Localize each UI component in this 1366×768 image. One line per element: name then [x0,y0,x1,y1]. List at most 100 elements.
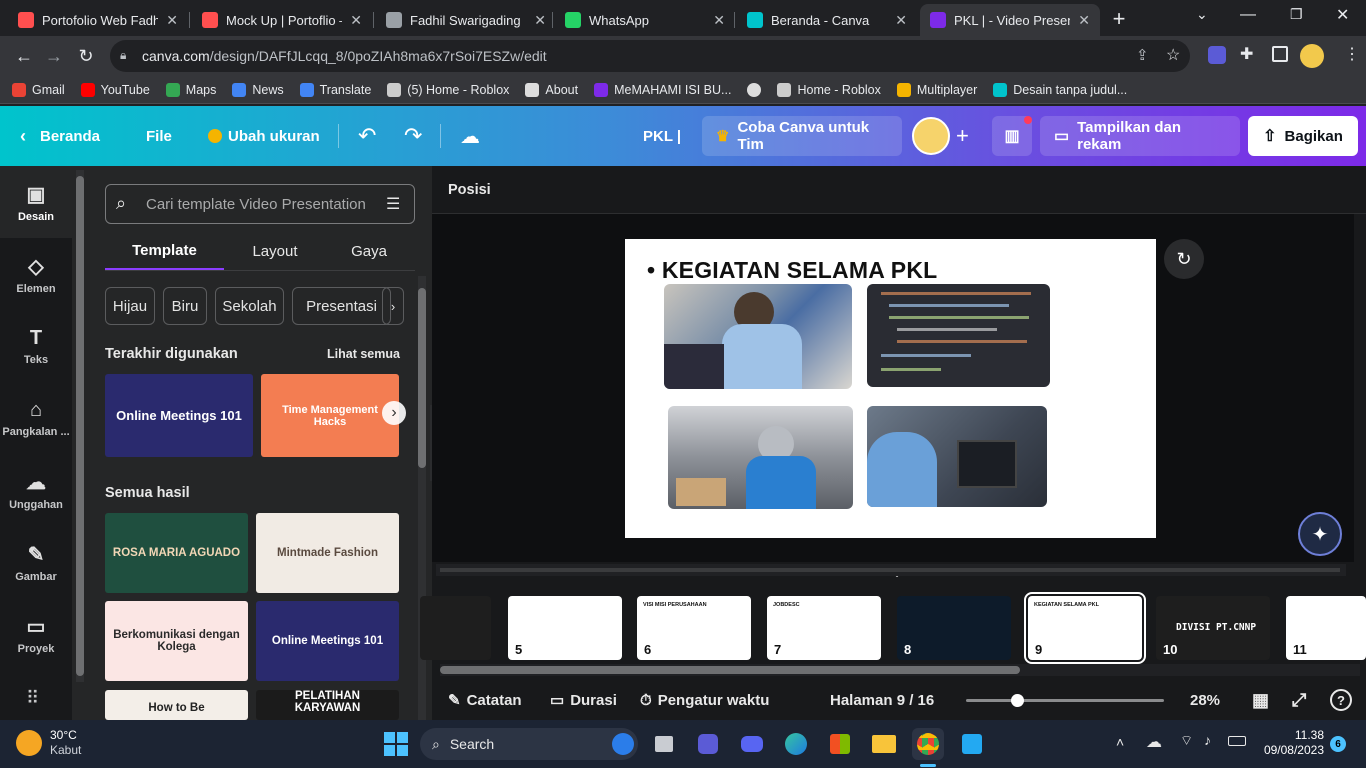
task-view-icon[interactable] [648,728,680,760]
strip-hscroll-top[interactable] [436,564,1346,576]
template-result-thumb[interactable]: ROSA MARIA AGUADO [105,513,248,593]
profile-avatar[interactable] [1300,44,1324,68]
rail-item-desain[interactable]: ▣ Desain [0,166,72,238]
browser-tab[interactable]: WhatsApp ✕ [555,4,735,36]
tab-layout[interactable]: Layout [235,232,315,270]
reload-icon[interactable]: ↻ [74,44,98,68]
apps-grid-icon[interactable]: ⠿ [26,688,39,709]
filter-chip[interactable]: Hijau [105,287,155,325]
resize-button[interactable]: Ubah ukuran [208,106,320,166]
tab-close-icon[interactable]: ✕ [534,12,546,29]
weather-widget[interactable]: 30°C Kabut [16,728,81,758]
wifi-icon[interactable]: ⌔ [1180,732,1193,750]
magic-sparkle-button[interactable]: ✦ [1298,512,1342,556]
position-button[interactable]: Posisi [448,182,491,198]
zoom-slider-thumb[interactable] [1011,694,1024,707]
browser-tab[interactable]: Beranda - Canva ✕ [737,4,917,36]
refresh-slide-button[interactable]: ↻ [1164,239,1204,279]
grid-view-icon[interactable]: ▦ [1252,680,1269,720]
rail-item-teks[interactable]: T Teks [0,310,72,382]
slide-heading[interactable]: • KEGIATAN SELAMA PKL [647,257,937,284]
redo-icon[interactable]: ↷ [404,106,422,166]
template-result-thumb[interactable]: PELATIHAN KARYAWAN [256,690,399,720]
canvas-scrollbar[interactable] [1354,214,1366,562]
volume-icon[interactable]: ♪ [1204,732,1211,748]
browser-tab[interactable]: Fadhil Swarigading ✕ [376,4,556,36]
filter-chip[interactable]: Sekolah [215,287,284,325]
browser-tab[interactable]: PKL | - Video Presenta ✕ [920,4,1100,36]
vscode-icon[interactable] [956,728,988,760]
slide-canvas[interactable]: • KEGIATAN SELAMA PKL [625,239,1156,538]
share-page-icon[interactable]: ⇪ [1136,46,1149,64]
tab-close-icon[interactable]: ✕ [1078,12,1090,29]
filter-chip[interactable]: Presentasi [292,287,391,325]
fullscreen-icon[interactable]: ⤢ [1292,680,1306,720]
bookmark-item[interactable]: Home - Roblox [777,82,881,97]
bookmark-item[interactable]: (5) Home - Roblox [387,82,509,97]
filter-sliders-icon[interactable]: ☰ [386,194,400,214]
bookmark-star-icon[interactable]: ☆ [1166,45,1180,65]
scrollbar-thumb[interactable] [418,288,426,468]
page-thumbnail[interactable]: 5 [508,596,622,660]
design-title[interactable]: PKL | [643,106,681,166]
back-arrow-icon[interactable]: ← [12,44,36,68]
cloud-saved-icon[interactable]: ☁ [460,106,480,166]
browser-menu-icon[interactable]: ⋮ [1344,44,1360,64]
present-and-record-button[interactable]: ▭ Tampilkan dan rekam [1040,116,1240,156]
onedrive-icon[interactable]: ☁ [1146,732,1162,752]
file-menu-button[interactable]: File [146,106,172,166]
help-icon[interactable]: ? [1330,680,1352,720]
tab-close-icon[interactable]: ✕ [895,12,907,29]
template-result-thumb[interactable]: Online Meetings 101 [256,601,399,681]
tab-template[interactable]: Template [105,232,224,270]
notes-button[interactable]: ✎ Catatan [448,680,522,720]
microsoft-store-icon[interactable] [824,728,856,760]
notification-badge[interactable]: 6 [1330,736,1346,752]
recent-template-thumb[interactable]: Time Management Hacks [261,374,399,457]
bookmark-item[interactable]: About [525,82,578,97]
tab-gaya[interactable]: Gaya [334,232,404,270]
file-explorer-icon[interactable] [868,728,900,760]
page-thumbnail[interactable] [420,596,491,660]
rail-scrollbar-thumb[interactable] [76,176,84,676]
template-result-thumb[interactable]: Berkomunikasi dengan Kolega [105,601,248,681]
new-tab-button[interactable]: + [1106,6,1132,32]
bookmark-item[interactable]: MeMAHAMI ISI BU... [594,82,731,97]
tab-search-chevron-icon[interactable]: ⌄ [1196,6,1208,23]
forward-arrow-icon[interactable]: → [42,44,66,68]
restore-button[interactable]: ❐ [1290,6,1303,23]
canva-extension-icon[interactable] [1208,46,1226,64]
bookmark-item[interactable]: Translate [299,82,371,97]
url-field[interactable]: 🔒︎ canva.com/design/DAFfJLcqq_8/0poZIAh8… [110,40,1190,72]
add-collaborator-icon[interactable]: + [956,106,969,166]
zoom-level[interactable]: 28% [1190,680,1220,720]
recent-template-thumb[interactable]: Online Meetings 101 [105,374,253,457]
page-thumbnail[interactable]: 8 [897,596,1011,660]
duration-button[interactable]: ▭ Durasi [550,680,617,720]
tab-close-icon[interactable]: ✕ [350,12,362,29]
page-thumbnail[interactable]: DIVISI PT.CNNP 10 [1156,596,1270,660]
filter-chip[interactable]: Biru [163,287,207,325]
page-thumbnail[interactable]: KEGIATAN SELAMA PKL 9 [1024,592,1146,664]
bookmark-item[interactable]: Desain tanpa judul... [993,82,1127,97]
side-panel-icon[interactable] [1272,46,1288,62]
windows-start-icon[interactable] [380,728,412,760]
share-button[interactable]: ⇧ Bagikan [1248,116,1358,156]
template-search-input[interactable]: ⌕ Cari template Video Presentation ☰ [105,184,415,224]
recent-next-button[interactable]: › [382,401,406,425]
template-result-thumb[interactable]: Mintmade Fashion [256,513,399,593]
timer-button[interactable]: ⏱ Pengatur waktu [640,680,769,720]
page-thumbnail[interactable]: 11 [1286,596,1366,660]
page-thumbnail[interactable]: JOBDESC 7 [767,596,881,660]
bookmark-item[interactable]: YouTube [80,82,150,97]
bookmark-item[interactable]: Multiplayer [896,82,977,97]
see-all-link[interactable]: Lihat semua [327,347,400,361]
bookmark-item[interactable]: Gmail [12,82,65,97]
browser-tab[interactable]: Mock Up | Portoflio – ✕ [192,4,372,36]
template-result-thumb[interactable]: How to Be [105,690,248,720]
user-avatar[interactable] [912,117,950,155]
strip-scroll-thumb[interactable] [440,666,1020,674]
bookmark-item[interactable]: Maps [165,82,216,97]
undo-icon[interactable]: ↶ [358,106,376,166]
strip-hscroll[interactable] [440,664,1360,676]
